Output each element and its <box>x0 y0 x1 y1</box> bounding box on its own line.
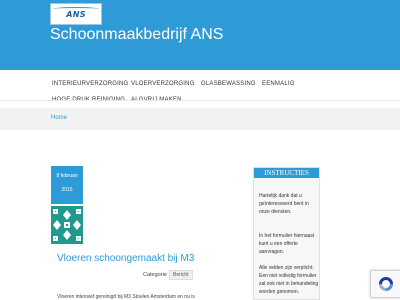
breadcrumb-home-link[interactable]: Home <box>51 115 67 121</box>
widget-paragraph-3: Alle velden zijn verplicht. Een niet vol… <box>259 265 319 295</box>
site-title[interactable]: Schoonmaakbedrijf ANS <box>50 26 250 43</box>
post-category-tag[interactable]: Bericht <box>169 270 193 280</box>
nav-item-glasbewassing[interactable]: GLASBEWASSING <box>201 81 256 87</box>
post-date-day: 8 februari <box>56 173 78 179</box>
widget-paragraph-1: Hartelijk dank dat u geïnteresseerd bent… <box>259 193 309 215</box>
recaptcha-icon <box>378 277 393 291</box>
post-category-label: Categorie : <box>143 272 170 278</box>
post-title-link[interactable]: Vloeren schoongemaakt bij M3 <box>57 253 194 264</box>
pattern-thumbnail-icon <box>51 206 83 244</box>
widget-paragraph-2: In het formulier hiernaast kunt u een of… <box>259 233 315 255</box>
recaptcha-badge[interactable] <box>370 270 400 298</box>
post-thumbnail[interactable] <box>51 206 83 244</box>
widget-title: INSTRUCTIES <box>254 168 319 178</box>
nav-item-vloerverzorging[interactable]: VLOERVERZORGING <box>131 81 195 87</box>
site-header: ANS Schoonmaakbedrijf ANS <box>0 0 400 70</box>
logo-swoosh <box>53 7 99 11</box>
site-logo[interactable]: ANS <box>50 3 102 25</box>
post-date-badge: 8 februari 2015 <box>51 166 83 204</box>
post-excerpt: Vloeren intensief gereinigd bij M3 Stoel… <box>57 294 195 300</box>
nav-item-eenmalig[interactable]: EENMALIG <box>262 81 295 87</box>
instructions-widget: INSTRUCTIES Hartelijk dank dat u geïnter… <box>253 167 320 300</box>
nav-item-interieurverzorging[interactable]: INTERIEURVERZORGING <box>52 81 128 87</box>
nav-divider <box>0 100 400 101</box>
post-date-year: 2015 <box>61 187 73 193</box>
